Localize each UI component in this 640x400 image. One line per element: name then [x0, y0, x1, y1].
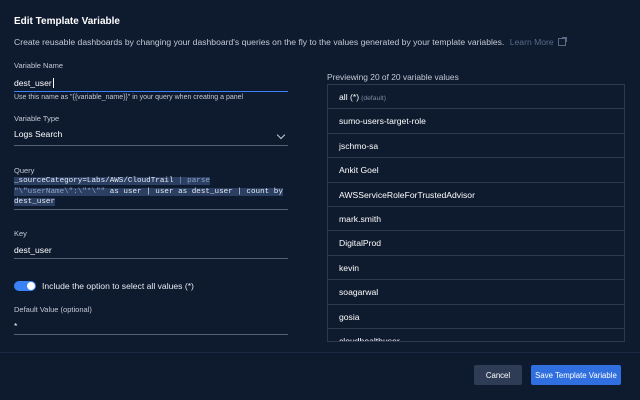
default-value-value: * — [14, 321, 18, 331]
footer-divider — [0, 352, 640, 353]
query-token: as dest_user | count by — [178, 187, 283, 196]
external-link-icon[interactable] — [558, 37, 568, 46]
chevron-down-icon — [276, 130, 286, 140]
default-value-label: Default Value (optional) — [14, 305, 92, 314]
list-item-value: kevin — [339, 262, 360, 273]
list-item-value: DigitalProd — [339, 238, 382, 249]
list-item-value: soagarwal — [339, 287, 379, 298]
list-item-value: cloudhealthuser — [339, 335, 400, 342]
list-item[interactable]: mark.smith — [328, 207, 624, 232]
list-item-value: Ankit Goel — [339, 165, 379, 176]
description-text: Create reusable dashboards by changing y… — [14, 37, 505, 47]
list-item-value: mark.smith — [339, 213, 382, 224]
list-item-value: AWSServiceRoleForTrustedAdvisor — [339, 189, 475, 200]
query-line-3: dest_user — [14, 197, 288, 208]
list-item[interactable]: Ankit Goel — [328, 158, 624, 183]
list-item[interactable]: DigitalProd — [328, 231, 624, 256]
list-item[interactable]: AWSServiceRoleForTrustedAdvisor — [328, 183, 624, 207]
key-value: dest_user — [14, 245, 52, 255]
list-item[interactable]: sumo-users-target-role — [328, 109, 624, 134]
variable-type-label: Variable Type — [14, 114, 60, 123]
query-line-1: _sourceCategory=Labs/AWS/CloudTrail | pa… — [14, 176, 288, 187]
list-item-value: gosia — [339, 311, 360, 322]
list-item-value: jschmo-sa — [339, 140, 379, 151]
variable-name-input[interactable]: dest_user — [14, 78, 288, 92]
learn-more-link[interactable]: Learn More — [510, 37, 554, 47]
list-item[interactable]: gosia — [328, 305, 624, 329]
variable-type-select[interactable]: Logs Search — [14, 129, 288, 146]
variable-name-label: Variable Name — [14, 61, 64, 70]
variable-name-value: dest_user — [14, 78, 52, 88]
query-token: "\"userName\":\"*\"" — [14, 187, 106, 196]
select-all-toggle[interactable] — [14, 281, 36, 291]
preview-values-list[interactable]: all (*) (default) sumo-users-target-role js… — [327, 84, 625, 342]
list-item[interactable]: cloudhealthuser — [328, 329, 624, 342]
default-badge: (default) — [361, 95, 386, 102]
dialog-title: Edit Template Variable — [14, 16, 120, 27]
query-token: _sourceCategory=Labs/AWS/CloudTrail — [14, 177, 174, 185]
save-template-variable-button[interactable]: Save Template Variable — [531, 365, 621, 385]
select-all-toggle-label: Include the option to select all values … — [42, 281, 194, 291]
query-token: dest_user — [14, 198, 56, 206]
variable-name-hint: Use this name as "{{variable_name}}" in … — [14, 94, 244, 101]
query-label: Query — [14, 166, 35, 175]
cancel-button[interactable]: Cancel — [474, 365, 522, 385]
query-line-2: "\"userName\":\"*\"" as user | user as d… — [14, 187, 288, 198]
preview-count-label: Previewing 20 of 20 variable values — [327, 72, 459, 82]
query-token: | parse — [178, 177, 210, 185]
list-item-value: sumo-users-target-role — [339, 116, 426, 127]
edit-template-variable-dialog: Edit Template Variable Create reusable d… — [0, 0, 640, 400]
dialog-description: Create reusable dashboards by changing y… — [14, 37, 568, 47]
default-value-input[interactable]: * — [14, 321, 288, 335]
list-item-value: all (*) — [339, 92, 360, 102]
query-editor[interactable]: _sourceCategory=Labs/AWS/CloudTrail | pa… — [14, 176, 288, 210]
key-label: Key — [14, 229, 27, 238]
variable-type-value: Logs Search — [14, 129, 63, 139]
key-input[interactable]: dest_user — [14, 245, 288, 259]
list-item[interactable]: soagarwal — [328, 280, 624, 305]
list-item[interactable]: kevin — [328, 256, 624, 281]
list-item[interactable]: all (*) (default) — [328, 85, 624, 110]
query-token: as user | user — [109, 187, 174, 196]
text-cursor — [52, 78, 54, 88]
list-item[interactable]: jschmo-sa — [328, 134, 624, 159]
